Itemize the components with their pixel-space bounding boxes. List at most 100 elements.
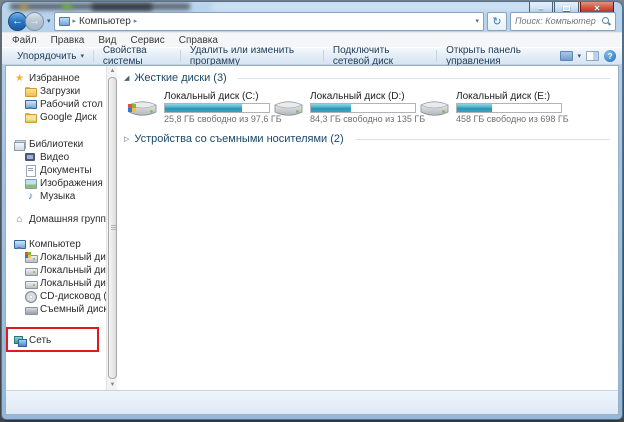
menu-view[interactable]: Вид (98, 35, 116, 46)
details-pane (5, 390, 619, 415)
address-dropdown-icon[interactable]: ▾ (475, 17, 479, 25)
address-bar[interactable]: ▸ Компьютер ▸ ▾ (54, 12, 484, 31)
removable-disk-icon (25, 304, 36, 315)
music-note-icon: ♪ (25, 191, 36, 202)
sidebar-item-removable-g[interactable]: Съемный диск (G:) (6, 303, 106, 316)
breadcrumb[interactable]: Компьютер (79, 16, 131, 27)
drive-icon (25, 278, 36, 289)
back-icon: ← (12, 15, 23, 27)
toolbar-right-group: ▾ ? (560, 50, 617, 62)
drive-icon (25, 265, 36, 276)
free-space-label: 25,8 ГБ свободно из 97,6 ГБ (164, 114, 282, 124)
capacity-bar-fill (311, 104, 351, 112)
sidebar-item-label: Домашняя группа (29, 214, 106, 225)
scrollbar-thumb[interactable] (108, 77, 117, 379)
windows-flag-icon (25, 252, 31, 258)
capacity-bar (456, 103, 562, 113)
forward-button[interactable]: → (25, 12, 44, 31)
capacity-bar (310, 103, 416, 113)
title-bar: – ✕ ← → ▾ ▸ Компьютер ▸ ▾ ↻ (2, 2, 622, 32)
sidebar-item-downloads[interactable]: Загрузки (6, 85, 106, 98)
background-blur (62, 3, 72, 10)
folder-icon (25, 86, 36, 97)
menu-tools[interactable]: Сервис (130, 35, 164, 46)
scroll-up-icon[interactable]: ▲ (107, 66, 118, 76)
open-control-panel-button[interactable]: Открыть панель управления (437, 48, 559, 64)
sidebar-item-label: Компьютер (29, 239, 81, 250)
video-icon (25, 152, 36, 163)
sidebar-item-label: Музыка (40, 191, 75, 202)
drive-tile-c[interactable]: Локальный диск (C:) 25,8 ГБ свободно из … (126, 91, 272, 124)
maximize-icon (563, 6, 570, 11)
sidebar-scrollbar[interactable]: ▲ ▼ (106, 66, 117, 390)
group-header-rule (238, 78, 610, 79)
sidebar-item-cd-drive-f[interactable]: CD-дисковод (F:) (6, 290, 106, 303)
free-space-label: 458 ГБ свободно из 698 ГБ (456, 114, 569, 124)
preview-pane-icon[interactable] (586, 51, 599, 61)
expander-open-icon[interactable]: ◢ (124, 74, 129, 82)
hard-drive-icon (418, 95, 451, 121)
explorer-window: – ✕ ← → ▾ ▸ Компьютер ▸ ▾ ↻ Файл Правка (2, 2, 622, 419)
drive-c-icon (25, 252, 36, 263)
cd-drive-icon (25, 291, 36, 302)
command-bar: Упорядочить ▾ Свойства системы Удалить и… (2, 47, 622, 65)
scrollbar-grip-icon (111, 225, 116, 230)
search-input[interactable] (515, 16, 602, 26)
drive-name: Локальный диск (E:) (456, 91, 569, 102)
sidebar-item-documents[interactable]: Документы (6, 164, 106, 177)
menu-help[interactable]: Справка (179, 35, 218, 46)
star-icon: ★ (14, 73, 25, 84)
sidebar-item-label: Загрузки (40, 86, 80, 97)
search-box[interactable] (510, 12, 616, 31)
menu-edit[interactable]: Правка (51, 35, 85, 46)
breadcrumb-separator-icon[interactable]: ▸ (134, 17, 138, 25)
sidebar-item-label: Изображения (40, 178, 103, 189)
sidebar-item-label: Локальный диск (C:) (40, 252, 106, 263)
help-icon[interactable]: ? (604, 50, 616, 62)
sidebar-item-libraries[interactable]: Библиотеки (6, 138, 106, 151)
sidebar-item-favorites[interactable]: ★ Избранное (6, 72, 106, 85)
sidebar-item-videos[interactable]: Видео (6, 151, 106, 164)
sidebar-item-label: Избранное (29, 73, 80, 84)
sidebar-item-drive-e[interactable]: Локальный диск (E:) (6, 277, 106, 290)
free-space-label: 84,3 ГБ свободно из 135 ГБ (310, 114, 425, 124)
chevron-down-icon[interactable]: ▾ (578, 52, 582, 60)
change-view-icon[interactable] (560, 51, 573, 61)
sidebar-item-network[interactable]: Сеть (6, 334, 106, 347)
drive-tile-e[interactable]: Локальный диск (E:) 458 ГБ свободно из 6… (418, 91, 564, 124)
google-drive-icon (25, 112, 36, 123)
group-header-removable-devices[interactable]: ▷ Устройства со съемными носителями (2) (124, 132, 610, 146)
scroll-down-icon[interactable]: ▼ (107, 380, 118, 390)
refresh-button[interactable]: ↻ (487, 12, 507, 31)
sidebar-item-pictures[interactable]: Изображения (6, 177, 106, 190)
recent-pages-dropdown[interactable]: ▾ (47, 17, 51, 25)
group-header-hard-disks[interactable]: ◢ Жесткие диски (3) (124, 71, 610, 85)
drive-tile-d[interactable]: Локальный диск (D:) 84,3 ГБ свободно из … (272, 91, 418, 124)
group-title: Жесткие диски (3) (134, 72, 226, 84)
menu-file[interactable]: Файл (12, 35, 37, 46)
group-header-rule (355, 139, 610, 140)
sidebar-item-drive-c[interactable]: Локальный диск (C:) (6, 251, 106, 264)
sidebar-item-google-drive[interactable]: Google Диск (6, 111, 106, 124)
drive-tiles: Локальный диск (C:) 25,8 ГБ свободно из … (126, 91, 610, 124)
capacity-bar-fill (457, 104, 492, 112)
desktop-icon (25, 99, 36, 110)
expander-closed-icon[interactable]: ▷ (124, 135, 129, 143)
sidebar-item-desktop[interactable]: Рабочий стол (6, 98, 106, 111)
map-network-drive-button[interactable]: Подключить сетевой диск (324, 48, 436, 64)
sidebar-item-homegroup[interactable]: ⌂ Домашняя группа (6, 213, 106, 226)
sidebar-item-music[interactable]: ♪ Музыка (6, 190, 106, 203)
system-properties-button[interactable]: Свойства системы (94, 48, 180, 64)
map-network-drive-label: Подключить сетевой диск (333, 45, 427, 67)
navigation-pane: ★ Избранное Загрузки Рабочий стол Google… (6, 66, 106, 390)
sidebar-item-label: Библиотеки (29, 139, 83, 150)
sidebar-item-label: Google Диск (40, 112, 97, 123)
file-list-pane: ◢ Жесткие диски (3) Локальный (117, 66, 618, 390)
sidebar-item-drive-d[interactable]: Локальный диск (D:) (6, 264, 106, 277)
uninstall-program-button[interactable]: Удалить или изменить программу (181, 48, 323, 64)
drive-info: Локальный диск (E:) 458 ГБ свободно из 6… (456, 91, 569, 124)
open-control-panel-label: Открыть панель управления (446, 45, 550, 67)
uninstall-program-label: Удалить или изменить программу (190, 45, 314, 67)
organize-button[interactable]: Упорядочить ▾ (8, 48, 93, 64)
sidebar-item-computer[interactable]: Компьютер (6, 238, 106, 251)
